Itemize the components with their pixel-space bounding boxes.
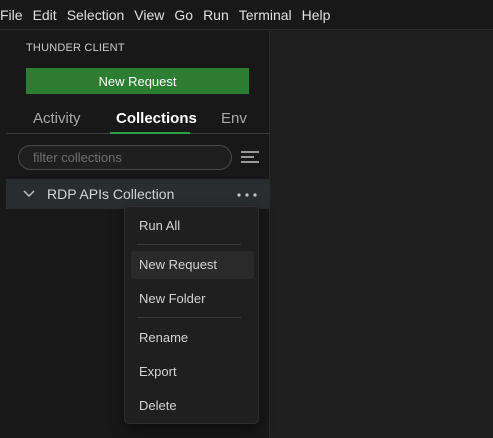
sort-lines-icon[interactable] bbox=[240, 149, 260, 165]
sidebar-title: THUNDER CLIENT bbox=[26, 42, 125, 54]
filter-collections-input[interactable] bbox=[18, 145, 232, 170]
menu-item-export[interactable]: Export bbox=[131, 358, 254, 386]
menu-view[interactable]: View bbox=[129, 0, 169, 30]
menu-bar: File Edit Selection View Go Run Terminal… bbox=[0, 0, 493, 30]
menu-separator bbox=[137, 244, 241, 245]
more-dots-icon[interactable] bbox=[236, 192, 258, 198]
collection-item[interactable]: RDP APIs Collection bbox=[6, 179, 269, 209]
menu-separator bbox=[137, 317, 241, 318]
menu-help[interactable]: Help bbox=[297, 0, 336, 30]
menu-edit[interactable]: Edit bbox=[28, 0, 62, 30]
tab-env[interactable]: Env bbox=[221, 103, 247, 134]
collection-name: RDP APIs Collection bbox=[47, 186, 175, 202]
menu-item-new-folder[interactable]: New Folder bbox=[131, 285, 254, 313]
menu-item-run-all[interactable]: Run All bbox=[131, 212, 254, 240]
collection-context-menu: Run All New Request New Folder Rename Ex… bbox=[124, 206, 259, 424]
menu-item-new-request[interactable]: New Request bbox=[131, 251, 254, 279]
menu-terminal[interactable]: Terminal bbox=[234, 0, 297, 30]
sidebar-tabs: Activity Collections Env bbox=[6, 103, 269, 134]
menu-selection[interactable]: Selection bbox=[62, 0, 130, 30]
menu-file[interactable]: File bbox=[0, 0, 28, 30]
menu-run[interactable]: Run bbox=[198, 0, 234, 30]
chevron-down-icon[interactable] bbox=[22, 187, 36, 201]
menu-item-rename[interactable]: Rename bbox=[131, 324, 254, 352]
active-tab-indicator bbox=[110, 132, 190, 134]
editor-area bbox=[269, 31, 493, 438]
menu-item-delete[interactable]: Delete bbox=[131, 392, 254, 420]
tab-collections[interactable]: Collections bbox=[116, 103, 197, 134]
new-request-button[interactable]: New Request bbox=[26, 68, 249, 94]
menu-go[interactable]: Go bbox=[169, 0, 198, 30]
tab-activity[interactable]: Activity bbox=[33, 103, 81, 134]
